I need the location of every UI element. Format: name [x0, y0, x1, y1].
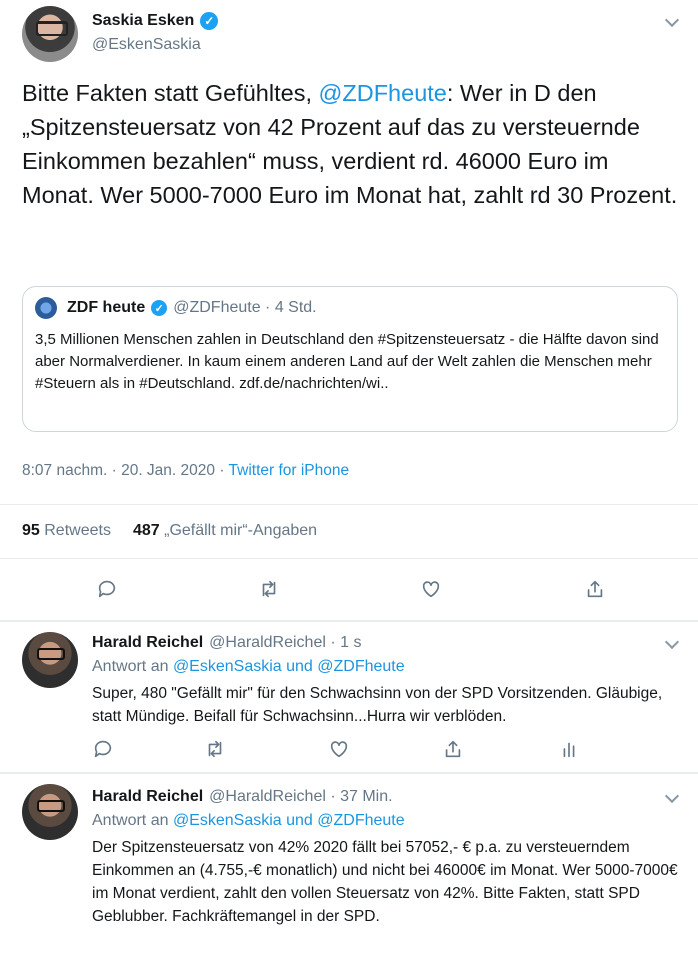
reply-to: Antwort an @EskenSaskia und @ZDFheute: [92, 658, 405, 675]
reply-to-link[interactable]: @EskenSaskia und @ZDFheute: [173, 658, 405, 675]
reply-tweet[interactable]: Harald Reichel @HaraldReichel · 37 Min. …: [0, 774, 698, 960]
quoted-tweet[interactable]: ZDF heute ✓ @ZDFheute · 4 Std. 3,5 Milli…: [22, 286, 678, 432]
chevron-down-icon[interactable]: [664, 636, 680, 652]
reply-text: Super, 480 "Gefällt mir" für den Schwach…: [92, 685, 663, 725]
quoted-handle-time: @ZDFheute · 4 Std.: [173, 299, 317, 316]
engagement-stats: 95 Retweets 487 „Gefällt mir“-Angaben: [22, 522, 317, 540]
analytics-icon[interactable]: [556, 736, 582, 762]
timestamp[interactable]: 8:07 nachm. · 20. Jan. 2020 ·: [22, 462, 229, 479]
reply-handle-time[interactable]: @HaraldReichel · 37 Min.: [209, 788, 392, 806]
reply-icon[interactable]: [90, 736, 116, 762]
retweet-icon[interactable]: [202, 736, 228, 762]
divider: [0, 504, 698, 505]
reply-handle-time[interactable]: @HaraldReichel · 1 s: [209, 634, 361, 652]
quoted-name: ZDF heute: [67, 299, 146, 316]
reply-author-name[interactable]: Harald Reichel: [92, 788, 203, 806]
share-icon[interactable]: [440, 736, 466, 762]
reply-text: Der Spitzensteuersatz von 42% 2020 fällt…: [92, 839, 678, 925]
reply-tweet[interactable]: Harald Reichel @HaraldReichel · 1 s Antw…: [0, 622, 698, 772]
reply-to-link[interactable]: @EskenSaskia und @ZDFheute: [173, 812, 405, 829]
quoted-avatar: [35, 297, 57, 319]
reply-actions: [0, 736, 698, 766]
tweet-text: Bitte Fakten statt Gefühltes, @ZDFheute:…: [22, 80, 678, 208]
divider: [0, 558, 698, 559]
main-tweet: Saskia Esken ✓ @EskenSaskia Bitte Fakten…: [0, 0, 698, 620]
chevron-down-icon[interactable]: [664, 14, 680, 30]
reply-icon[interactable]: [94, 576, 120, 602]
verified-icon: ✓: [200, 12, 219, 30]
retweet-icon[interactable]: [256, 576, 282, 602]
author-name[interactable]: Saskia Esken: [92, 12, 194, 30]
like-icon[interactable]: [418, 576, 444, 602]
tweet-meta: 8:07 nachm. · 20. Jan. 2020 · Twitter fo…: [22, 462, 349, 480]
reply-author-name[interactable]: Harald Reichel: [92, 634, 203, 652]
source-link[interactable]: Twitter for iPhone: [229, 462, 350, 479]
author-handle[interactable]: @EskenSaskia: [92, 36, 201, 54]
reply-avatar[interactable]: [22, 784, 78, 840]
tweet-actions: [0, 576, 698, 606]
retweets-stat[interactable]: 95 Retweets: [22, 522, 111, 540]
like-icon[interactable]: [326, 736, 352, 762]
mention-link[interactable]: @ZDFheute: [319, 80, 447, 106]
quoted-text: 3,5 Millionen Menschen zahlen in Deutsch…: [35, 331, 659, 392]
reply-avatar[interactable]: [22, 632, 78, 688]
likes-stat[interactable]: 487 „Gefällt mir“-Angaben: [133, 522, 317, 540]
chevron-down-icon[interactable]: [664, 790, 680, 806]
verified-icon: ✓: [151, 300, 168, 316]
share-icon[interactable]: [582, 576, 608, 602]
reply-to: Antwort an @EskenSaskia und @ZDFheute: [92, 812, 405, 829]
author-avatar[interactable]: [22, 6, 78, 62]
